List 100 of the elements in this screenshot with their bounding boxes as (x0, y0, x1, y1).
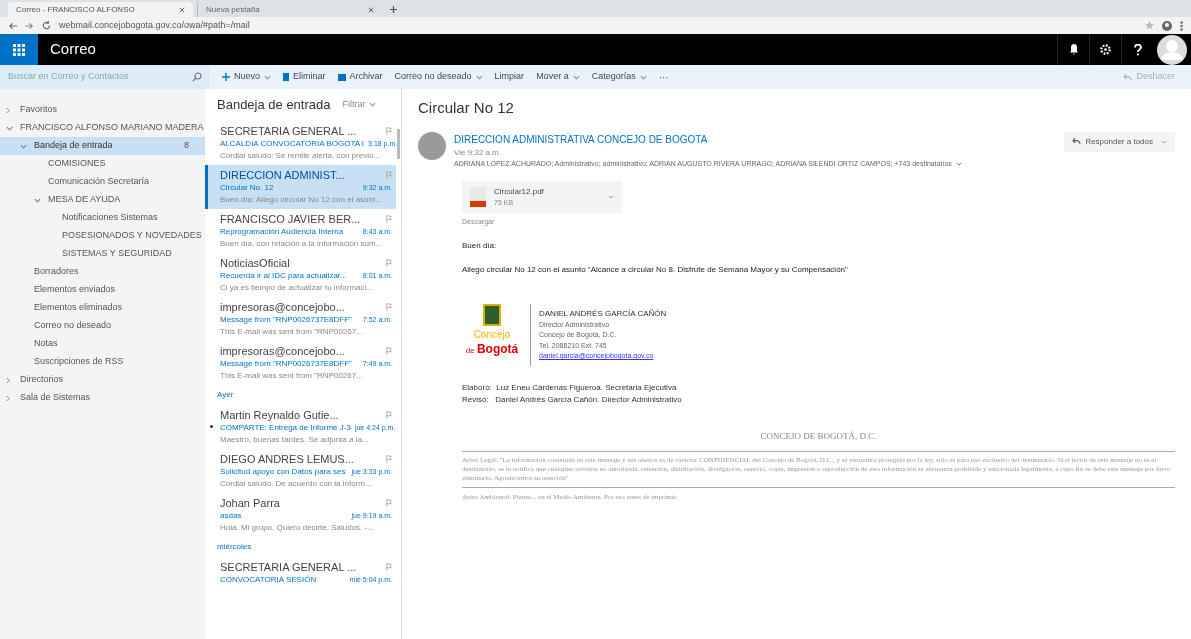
flag-icon[interactable] (386, 454, 392, 463)
folder-item[interactable]: Sala de Sistemas (0, 389, 205, 407)
message-sender: SECRETARIA GENERAL ... (220, 123, 357, 138)
list-title: Bandeja de entrada (217, 96, 331, 114)
caret-icon[interactable] (608, 195, 614, 199)
folder-item[interactable]: MESA DE AYUDA (0, 191, 205, 209)
folder-item[interactable]: Comunicación Secretaría (0, 173, 205, 191)
chevron-down-icon[interactable] (34, 197, 41, 203)
flag-icon[interactable] (386, 410, 392, 419)
app-title: Correo (50, 39, 97, 60)
folder-item[interactable]: Notas (0, 335, 205, 353)
flag-icon[interactable] (386, 562, 392, 571)
toolbar-button[interactable]: Categorías (591, 70, 647, 84)
back-icon[interactable] (8, 21, 17, 30)
bell-icon[interactable] (1068, 44, 1079, 55)
scrollbar[interactable] (397, 129, 400, 159)
folder-label: Suscripciones de RSS (33, 355, 125, 369)
pdf-file-icon (470, 187, 486, 207)
credit-line: Revisó: Daniel Andrés García Cañón. Director Administrativo (462, 393, 683, 406)
flag-icon[interactable] (386, 126, 392, 135)
caret-icon (639, 74, 647, 80)
flag-icon[interactable] (386, 302, 392, 311)
forward-icon[interactable] (25, 21, 34, 30)
folder-label: COMISIONES (47, 157, 107, 171)
folder-item[interactable]: POSESIONADOS Y NOVEDADES (0, 227, 205, 245)
caret-icon[interactable] (955, 161, 962, 166)
greeting-text: Buen día: (462, 239, 498, 252)
toolbar-button[interactable]: Eliminar (283, 70, 326, 84)
toolbar-button[interactable]: Mover a (536, 70, 580, 84)
caret-icon (475, 74, 483, 80)
toolbar-button[interactable]: Correo no deseado (394, 70, 483, 84)
folder-item[interactable]: Bandeja de entrada 8 (0, 137, 205, 155)
folder-item[interactable]: SISTEMAS Y SEGURIDAD (0, 245, 205, 263)
settings-icon[interactable] (1100, 44, 1111, 55)
flag-icon[interactable] (386, 258, 392, 267)
toolbar-button[interactable]: Limpiar (494, 70, 525, 84)
filter-button[interactable]: Filtrar (342, 98, 377, 112)
toolbar-button[interactable]: Archivar (337, 70, 383, 84)
folder-label: Comunicación Secretaría (47, 175, 151, 189)
chevron-down-icon[interactable] (6, 125, 13, 131)
message-preview: Cordial saludo. De acuerdo con la inform... (220, 477, 372, 490)
folder-item[interactable]: FRANCISCO ALFONSO MARIANO MADERA (0, 119, 205, 137)
folder-item[interactable]: Favoritos (0, 101, 205, 119)
folder-item[interactable]: Directorios (0, 371, 205, 389)
message-sender: Johan Parra (220, 495, 280, 510)
flag-icon[interactable] (386, 498, 392, 507)
message-preview: Maestro, buenas tardes. Se adjunta a la... (220, 433, 369, 446)
more-button[interactable]: ··· (658, 69, 669, 85)
flag-icon[interactable] (386, 170, 392, 179)
reload-icon[interactable] (42, 21, 51, 30)
message-preview: Ci ya es tiempo de actualizar tu informaci... (220, 281, 373, 294)
flag-icon[interactable] (386, 214, 392, 223)
body-text: Allego circular No 12 con el asunto "Alcance a circular No 8. Disfrute de Semana Mayor y su Compensación" (462, 263, 849, 276)
message-preview: Buen día, con relación a la información sum... (220, 237, 383, 250)
folder-label: FRANCISCO ALFONSO MARIANO MADERA (19, 121, 205, 135)
folder-item[interactable]: Suscripciones de RSS (0, 353, 205, 371)
folder-label: Notas (33, 337, 59, 351)
message-sender: impresoras@concejobo... (220, 343, 345, 358)
sender-name[interactable]: DIRECCION ADMINISTRATIVA CONCEJO DE BOGOTA (454, 131, 1057, 147)
chevron-right-icon[interactable] (6, 106, 10, 114)
folder-label: Notificaciones Sistemas (61, 211, 159, 225)
chevron-right-icon[interactable] (6, 376, 10, 384)
message-subject: CONVOCATORIA SESIÓN (220, 573, 317, 586)
signature-line: DANIEL ANDRÉS GARCÍA CAÑÓN (539, 307, 667, 320)
chevron-right-icon[interactable] (6, 394, 10, 402)
folder-label: Correo no deseado (33, 319, 113, 333)
toolbar-button[interactable]: Nuevo (222, 70, 271, 84)
unread-dot-icon (210, 424, 213, 428)
browser-tab[interactable]: Correo - FRANCISCO ALFONSO (8, 2, 193, 17)
help-icon[interactable] (1133, 43, 1142, 56)
new-tab-icon[interactable] (390, 6, 397, 13)
folder-label: Bandeja de entrada (33, 139, 114, 153)
folder-item[interactable]: Elementos eliminados (0, 299, 205, 317)
avatar-icon (418, 131, 446, 160)
flag-icon[interactable] (386, 346, 392, 355)
archive-icon (337, 73, 346, 81)
search-icon[interactable] (192, 72, 202, 82)
message-sender: DIRECCION ADMINIST... (220, 167, 345, 182)
app-launcher-icon[interactable] (0, 34, 38, 65)
chevron-down-icon[interactable] (20, 143, 27, 149)
close-icon[interactable] (368, 6, 374, 13)
reply-all-button[interactable]: Responder a todos (1064, 131, 1175, 152)
browser-menu-icon[interactable] (1180, 20, 1183, 31)
close-icon[interactable] (179, 6, 185, 13)
star-icon[interactable] (1145, 21, 1154, 30)
profile-icon[interactable] (1162, 20, 1172, 31)
folder-item[interactable]: Correo no deseado (0, 317, 205, 335)
folder-item[interactable]: Elementos enviados (0, 281, 205, 299)
folder-label: SISTEMAS Y SEGURIDAD (61, 247, 173, 261)
folder-item[interactable]: Borradores (0, 263, 205, 281)
message-sender: DIEGO ANDRES LEMUS... (220, 451, 354, 466)
folder-item[interactable]: COMISIONES (0, 155, 205, 173)
avatar-icon[interactable] (1157, 34, 1187, 65)
group-header: Ayer (216, 388, 235, 401)
message-preview: This E-mail was sent from "RNP00267... (220, 325, 363, 338)
message-preview: Buen día: Allego circular No 12 con el asunt... (220, 193, 382, 206)
attachment-name: Circular12.pdf (494, 185, 545, 198)
folder-item[interactable]: Notificaciones Sistemas (0, 209, 205, 227)
caret-icon (264, 74, 271, 80)
folder-label: Favoritos (19, 103, 58, 117)
